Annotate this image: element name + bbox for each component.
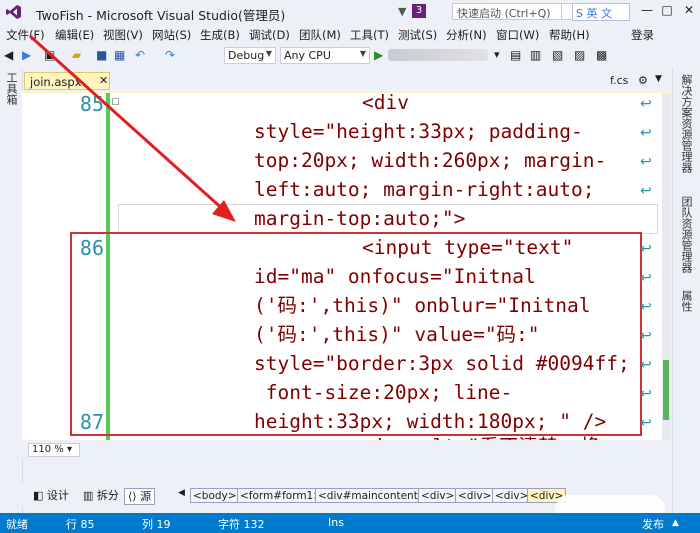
breadcrumb-scroll-left-icon[interactable]: ◀: [178, 488, 185, 498]
design-label: 设计: [46, 489, 69, 502]
status-char: 字符 132: [218, 518, 265, 531]
wrap-arrow-icon: ↩: [640, 183, 652, 199]
wrap-arrow-icon: ↩: [640, 270, 652, 286]
solution-explorer-tab[interactable]: 解决方案资源管理器: [680, 74, 693, 173]
zoom-value: 110 %: [32, 444, 64, 455]
breadcrumb-item[interactable]: <div>: [418, 488, 458, 503]
breadcrumb-item[interactable]: <body>: [190, 488, 240, 503]
team-explorer-tab[interactable]: 团队资源管理器: [680, 196, 693, 273]
publish-button[interactable]: 发布: [642, 516, 664, 532]
source-label: 源: [140, 490, 152, 503]
breadcrumb-item[interactable]: <div>: [455, 488, 495, 503]
breadcrumb-item[interactable]: <div>: [492, 488, 532, 503]
scrollbar-thumb[interactable]: [663, 360, 669, 420]
split-label: 拆分: [96, 489, 119, 502]
status-line: 行 85: [66, 518, 95, 531]
status-column: 列 19: [142, 518, 171, 531]
wrap-arrow-icon: ↩: [640, 241, 652, 257]
wrap-arrow-icon: ↩: [640, 125, 652, 141]
design-view-button[interactable]: ◧ 设计: [30, 488, 72, 503]
wrap-arrow-icon: ↩: [640, 415, 652, 431]
design-icon: ◧: [33, 489, 44, 502]
wrap-arrow-icon: ↩: [640, 357, 652, 373]
wrap-arrow-icon: ↩: [640, 328, 652, 344]
properties-tab[interactable]: 属性: [680, 290, 693, 312]
split-icon: ▥: [83, 489, 94, 502]
wrap-arrow-icon: ↩: [640, 154, 652, 170]
status-bar: [0, 513, 700, 533]
editor-zoom-bar: [22, 440, 672, 458]
chevron-up-icon[interactable]: ▲: [672, 518, 679, 528]
wrap-arrow-icon: ↩: [640, 299, 652, 315]
source-view-button[interactable]: ⟨⟩ 源: [124, 488, 156, 505]
breadcrumb-item[interactable]: <div#maincontent>: [315, 488, 430, 503]
status-mode: Ins: [328, 516, 344, 529]
status-ready: 就绪: [6, 518, 28, 531]
zoom-select[interactable]: 110 % ▾: [28, 443, 80, 457]
split-view-button[interactable]: ▥ 拆分: [80, 488, 122, 503]
wrap-arrow-icon: ↩: [640, 96, 652, 112]
breadcrumb-item[interactable]: <form#form1>: [237, 488, 326, 503]
source-icon: ⟨⟩: [128, 490, 137, 503]
wrap-arrow-icon: ↩: [640, 386, 652, 402]
